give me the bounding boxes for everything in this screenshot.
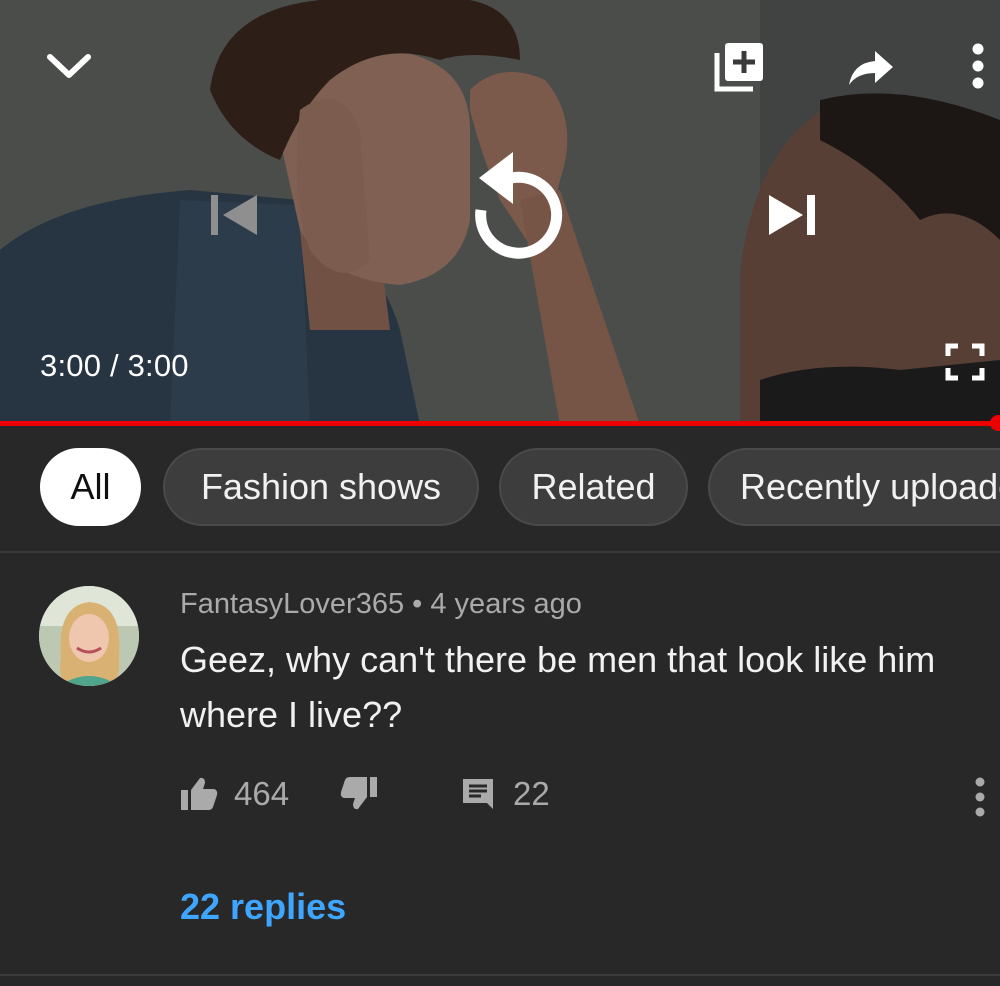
- chips-divider: [0, 551, 1000, 553]
- progress-bar[interactable]: [0, 421, 1000, 426]
- comment-age: 4 years ago: [430, 588, 582, 620]
- replay-icon[interactable]: [458, 148, 564, 270]
- video-player[interactable]: 3:00 / 3:00: [0, 0, 1000, 425]
- chip-recently-uploaded[interactable]: Recently uploaded: [708, 448, 1000, 526]
- skip-previous-icon[interactable]: [206, 190, 260, 240]
- add-to-queue-icon[interactable]: [712, 38, 768, 94]
- comment-more-icon[interactable]: [970, 776, 990, 818]
- time-separator: /: [101, 348, 128, 383]
- time-current: 3:00: [40, 348, 102, 383]
- chip-all[interactable]: All: [40, 448, 141, 526]
- skip-next-icon[interactable]: [766, 190, 820, 240]
- view-replies-link[interactable]: 22 replies: [180, 886, 346, 928]
- filter-chips-bar: All Fashion shows Related Recently uploa…: [0, 448, 1000, 528]
- avatar[interactable]: [39, 586, 139, 686]
- like-button[interactable]: 464: [180, 775, 289, 813]
- progress-scrubber[interactable]: [990, 415, 1000, 431]
- comment-divider: [0, 974, 1000, 976]
- chevron-down-icon[interactable]: [40, 44, 98, 88]
- reply-count: 22: [513, 775, 550, 812]
- thumbs-up-icon: [181, 777, 218, 810]
- playback-time: 3:00 / 3:00: [40, 348, 189, 384]
- comment-author[interactable]: FantasyLover365: [180, 588, 404, 620]
- dislike-button[interactable]: [340, 775, 378, 811]
- time-total: 3:00: [127, 348, 189, 383]
- comment-text: Geez, why can't there be men that look l…: [180, 639, 936, 735]
- chip-fashion-shows[interactable]: Fashion shows: [163, 448, 479, 526]
- reply-button[interactable]: 22: [461, 775, 550, 813]
- more-vert-icon[interactable]: [964, 42, 992, 90]
- comment-icon: [463, 779, 493, 809]
- share-arrow-icon[interactable]: [846, 48, 896, 88]
- meta-separator: •: [404, 588, 431, 620]
- like-count: 464: [234, 775, 290, 812]
- thumbs-down-icon: [340, 777, 377, 810]
- fullscreen-icon[interactable]: [944, 342, 986, 382]
- comment-meta: FantasyLover365 • 4 years ago: [180, 588, 582, 621]
- chip-related[interactable]: Related: [499, 448, 688, 526]
